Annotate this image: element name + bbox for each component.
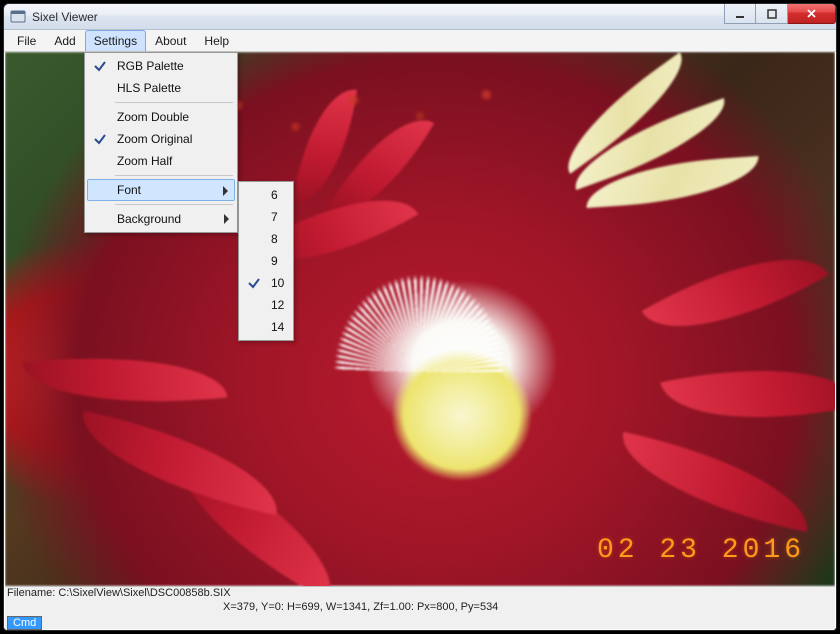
menu-item-label: 6	[271, 188, 278, 202]
check-icon	[93, 132, 107, 146]
menu-settings[interactable]: Settings	[85, 30, 146, 51]
titlebar[interactable]: Sixel Viewer	[4, 4, 836, 30]
check-icon	[93, 59, 107, 73]
menu-separator	[115, 175, 233, 176]
settings-dropdown: RGB Palette HLS Palette Zoom Double Zoom…	[84, 52, 238, 233]
app-window: Sixel Viewer File Add Settings About Hel…	[3, 3, 837, 631]
check-icon	[247, 276, 261, 290]
app-icon	[10, 9, 26, 25]
menu-item-label: 14	[271, 320, 284, 334]
close-button[interactable]	[788, 4, 836, 24]
submenu-arrow-icon	[224, 214, 229, 224]
menu-item-label: 10	[271, 276, 284, 290]
menu-rgb-palette[interactable]: RGB Palette	[87, 55, 235, 77]
menu-hls-palette[interactable]: HLS Palette	[87, 77, 235, 99]
menu-item-label: Zoom Double	[117, 110, 189, 124]
submenu-arrow-icon	[223, 186, 228, 196]
font-size-14[interactable]: 14	[241, 316, 291, 338]
menubar: File Add Settings About Help	[4, 30, 836, 52]
window-controls	[724, 4, 836, 24]
menu-item-label: Zoom Half	[117, 154, 172, 168]
menu-help[interactable]: Help	[195, 30, 238, 51]
status-coords: X=379, Y=0: H=699, W=1341, Zf=1.00: Px=8…	[223, 601, 498, 613]
image-datestamp: 02 23 2016	[597, 535, 805, 566]
menu-item-label: 7	[271, 210, 278, 224]
menu-item-label: 9	[271, 254, 278, 268]
menu-zoom-original[interactable]: Zoom Original	[87, 128, 235, 150]
menu-item-label: 12	[271, 298, 284, 312]
font-submenu: 6 7 8 9 10 12 14	[238, 181, 294, 341]
menu-item-label: Font	[117, 183, 141, 197]
font-size-10[interactable]: 10	[241, 272, 291, 294]
font-size-12[interactable]: 12	[241, 294, 291, 316]
font-size-6[interactable]: 6	[241, 184, 291, 206]
menu-file[interactable]: File	[8, 30, 45, 51]
menu-item-label: Zoom Original	[117, 132, 192, 146]
menu-item-label: Background	[117, 212, 181, 226]
menu-zoom-double[interactable]: Zoom Double	[87, 106, 235, 128]
menu-separator	[115, 204, 233, 205]
menu-add[interactable]: Add	[45, 30, 84, 51]
menu-item-label: HLS Palette	[117, 81, 181, 95]
font-size-9[interactable]: 9	[241, 250, 291, 272]
maximize-button[interactable]	[756, 4, 788, 24]
statusbar: Filename: C:\SixelView\Sixel\DSC00858b.S…	[5, 586, 835, 629]
menu-font[interactable]: Font	[87, 179, 235, 201]
minimize-button[interactable]	[724, 4, 756, 24]
menu-about[interactable]: About	[146, 30, 195, 51]
font-size-8[interactable]: 8	[241, 228, 291, 250]
menu-item-label: 8	[271, 232, 278, 246]
window-title: Sixel Viewer	[32, 10, 98, 24]
font-size-7[interactable]: 7	[241, 206, 291, 228]
menu-background[interactable]: Background	[87, 208, 235, 230]
cmd-input[interactable]: Cmd	[7, 616, 42, 630]
menu-zoom-half[interactable]: Zoom Half	[87, 150, 235, 172]
menu-separator	[115, 102, 233, 103]
menu-item-label: RGB Palette	[117, 59, 184, 73]
status-filename: Filename: C:\SixelView\Sixel\DSC00858b.S…	[7, 587, 231, 601]
